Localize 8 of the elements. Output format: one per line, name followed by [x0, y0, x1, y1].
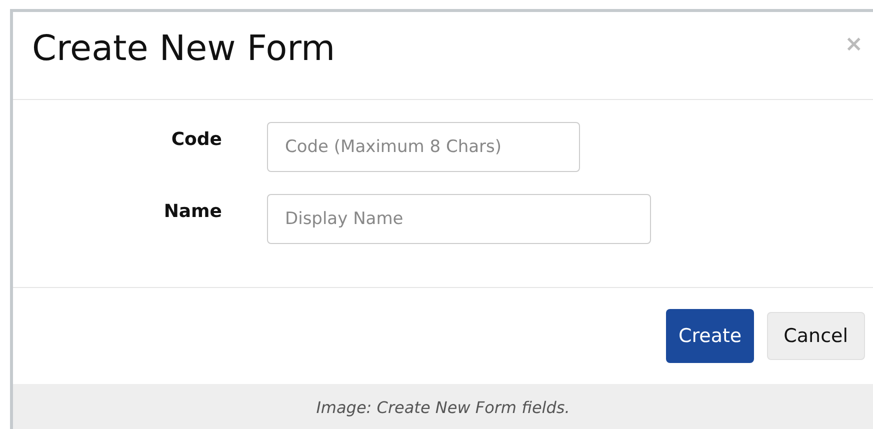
input-field[interactable]: Display Name — [267, 194, 651, 244]
create-button[interactable]: Create — [666, 309, 754, 363]
field-label: Code — [170, 128, 222, 152]
input-field[interactable]: Code (Maximum 8 Chars) — [267, 122, 580, 172]
image-caption: Image: Create New Form fields. — [316, 397, 570, 419]
dialog-title: Create New Form — [32, 28, 336, 70]
field-label: Name — [162, 200, 222, 224]
cancel-button[interactable]: Cancel — [766, 312, 865, 360]
